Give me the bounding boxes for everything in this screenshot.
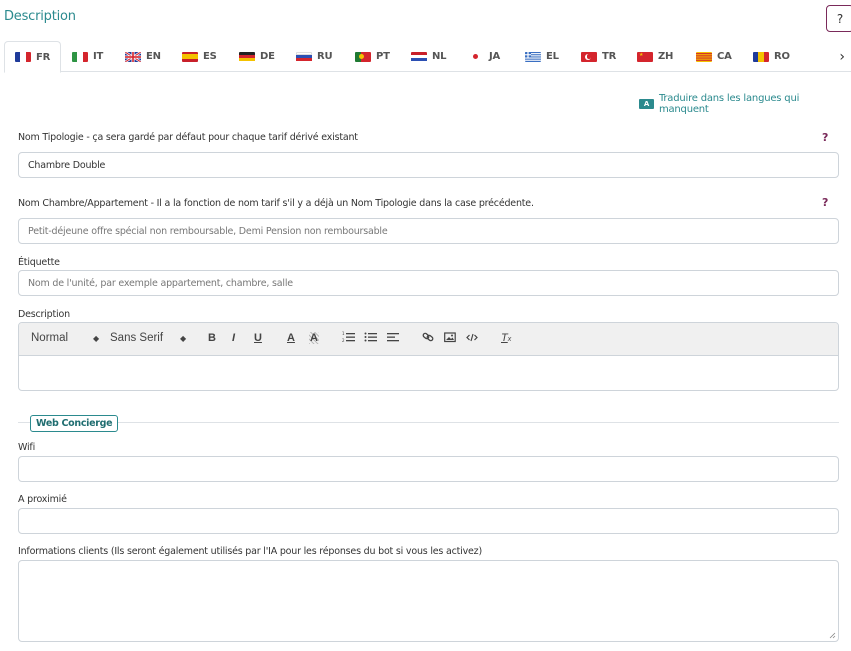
- germany-flag-icon: [239, 51, 255, 62]
- wifi-input[interactable]: [18, 456, 839, 482]
- code-icon[interactable]: [466, 332, 478, 346]
- clear-format-button[interactable]: Tx: [501, 332, 511, 344]
- language-tabs: FR IT EN ES DE RU PT NL JA EL TR ★ ZH CA…: [4, 41, 851, 73]
- tab-label: IT: [93, 51, 104, 62]
- ordered-list-icon[interactable]: 12: [342, 331, 356, 346]
- text-color-button[interactable]: A: [287, 332, 295, 344]
- clear-format-label: T: [501, 332, 508, 344]
- underline-button[interactable]: U: [254, 332, 262, 344]
- font-caret-icon: ◆: [180, 334, 187, 343]
- help-button[interactable]: ?: [826, 5, 851, 32]
- tab-label: DE: [260, 51, 275, 62]
- nearby-input[interactable]: [18, 508, 839, 534]
- portugal-flag-icon: [355, 51, 371, 62]
- heading-caret-icon: ◆: [93, 334, 100, 343]
- tab-ru[interactable]: RU: [296, 41, 333, 72]
- room-name-label: Nom Chambre/Appartement - Il a la foncti…: [18, 198, 534, 209]
- bold-button[interactable]: B: [208, 332, 216, 344]
- france-flag-icon: [15, 52, 31, 62]
- tab-zh[interactable]: ★ ZH: [637, 41, 673, 72]
- client-info-textarea[interactable]: [18, 560, 839, 642]
- italic-button[interactable]: I: [232, 332, 235, 344]
- tab-label: PT: [376, 51, 390, 62]
- background-color-button[interactable]: A: [309, 332, 319, 344]
- font-select[interactable]: Sans Serif: [110, 332, 163, 344]
- editor-toolbar: Normal ◆ Sans Serif ◆ B I U A A 12 Tx: [19, 323, 838, 356]
- svg-text:1: 1: [342, 331, 345, 336]
- chevron-right-icon[interactable]: ›: [839, 49, 845, 65]
- nearby-label: A proximié: [18, 494, 67, 505]
- tab-nl[interactable]: NL: [411, 41, 447, 72]
- svg-text:2: 2: [342, 338, 345, 343]
- tab-ca[interactable]: CA: [696, 41, 732, 72]
- turkey-flag-icon: [581, 51, 597, 62]
- translate-label: Traduire dans les langues qui manquent: [658, 93, 800, 115]
- tab-en[interactable]: EN: [125, 41, 161, 72]
- tab-ro[interactable]: RO: [753, 41, 790, 72]
- bullet-list-icon[interactable]: [364, 331, 378, 346]
- tag-input[interactable]: Nom de l'unité, par exemple appartement,…: [18, 270, 839, 296]
- heading-select[interactable]: Normal: [31, 332, 68, 344]
- netherlands-flag-icon: [411, 51, 427, 62]
- tab-tr[interactable]: TR: [581, 41, 616, 72]
- align-icon[interactable]: [387, 331, 401, 346]
- greece-flag-icon: [525, 51, 541, 62]
- tab-label: ES: [203, 51, 217, 62]
- catalonia-flag-icon: [696, 51, 712, 62]
- russia-flag-icon: [296, 51, 312, 62]
- spain-flag-icon: [182, 51, 198, 62]
- clear-format-x-icon: x: [507, 336, 512, 343]
- romania-flag-icon: [753, 51, 769, 62]
- tag-label: Étiquette: [18, 257, 60, 268]
- image-icon[interactable]: [444, 332, 456, 346]
- tab-label: NL: [432, 51, 447, 62]
- typology-help-icon[interactable]: ?: [822, 131, 828, 144]
- section-divider: [18, 422, 839, 423]
- tab-label: EN: [146, 51, 161, 62]
- typology-label: Nom Tipologie - ça sera gardé par défaut…: [18, 132, 358, 143]
- description-editor: Normal ◆ Sans Serif ◆ B I U A A 12 Tx: [18, 322, 839, 391]
- tab-label: ZH: [658, 51, 674, 62]
- uk-flag-icon: [125, 51, 141, 62]
- translate-icon: A: [639, 99, 654, 109]
- description-label: Description: [18, 309, 70, 320]
- translate-missing-link[interactable]: A Traduire dans les langues qui manquent: [639, 93, 851, 115]
- web-concierge-section-title: Web Concierge: [30, 415, 119, 432]
- tab-label: CA: [717, 51, 732, 62]
- tab-pt[interactable]: PT: [355, 41, 390, 72]
- page-title: Description: [4, 9, 76, 24]
- typology-input[interactable]: Chambre Double: [18, 152, 839, 178]
- room-name-input[interactable]: Petit-déjeune offre spécial non rembours…: [18, 218, 839, 244]
- china-flag-icon: ★: [637, 51, 653, 62]
- tab-label: TR: [602, 51, 617, 62]
- japan-flag-icon: [468, 51, 484, 62]
- tab-it[interactable]: IT: [72, 41, 103, 72]
- tab-de[interactable]: DE: [239, 41, 275, 72]
- tab-label: RO: [774, 51, 790, 62]
- client-info-label: Informations clients (Ils seront égaleme…: [18, 546, 482, 557]
- tab-fr[interactable]: FR: [4, 41, 61, 73]
- link-icon[interactable]: [422, 331, 435, 346]
- tab-el[interactable]: EL: [525, 41, 559, 72]
- tab-label: FR: [36, 51, 51, 63]
- tab-label: JA: [489, 51, 501, 62]
- tab-es[interactable]: ES: [182, 41, 217, 72]
- resize-grip-icon[interactable]: [828, 631, 836, 639]
- tab-label: RU: [317, 51, 333, 62]
- wifi-label: Wifi: [18, 442, 36, 453]
- italy-flag-icon: [72, 51, 88, 62]
- tab-label: EL: [546, 51, 559, 62]
- room-name-help-icon[interactable]: ?: [822, 196, 828, 209]
- tab-ja[interactable]: JA: [468, 41, 500, 72]
